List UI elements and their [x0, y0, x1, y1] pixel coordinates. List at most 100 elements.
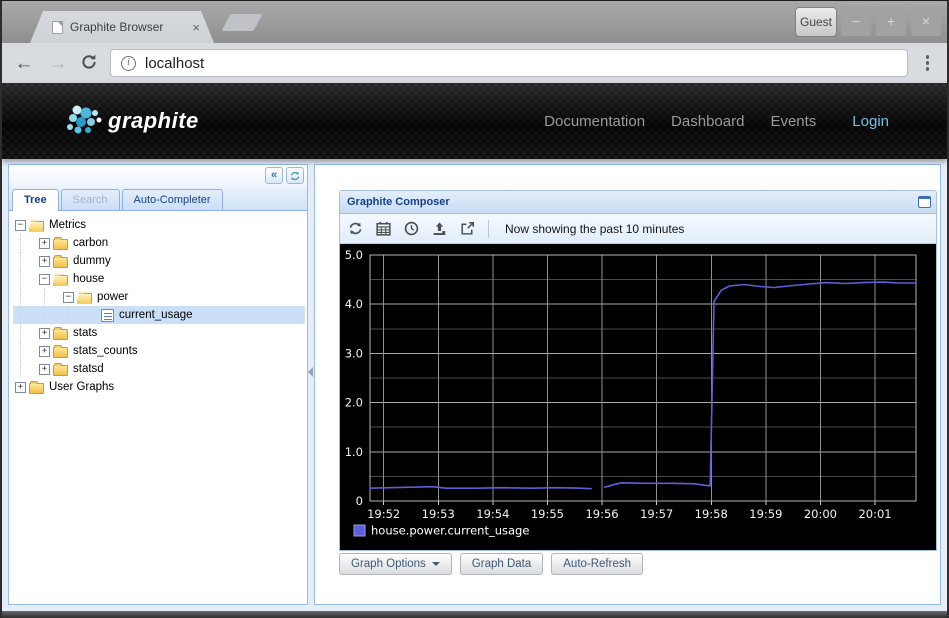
tree-indent-guide: [44, 306, 60, 324]
collapse-sidebar-button[interactable]: «: [265, 167, 283, 184]
tree-node-carbon[interactable]: + carbon: [13, 234, 305, 252]
folder-icon: [29, 383, 44, 394]
tree-node-label: current_usage: [117, 309, 195, 321]
tree-node-stats-counts[interactable]: + stats_counts: [13, 342, 305, 360]
upload-icon[interactable]: [431, 220, 448, 237]
tree-indent-guide: [20, 342, 36, 360]
tab-search: Search: [61, 189, 120, 210]
x-axis-tick-label: 19:58: [695, 507, 728, 521]
x-axis-tick-label: 19:59: [749, 507, 782, 521]
tree-node-current-usage[interactable]: current_usage: [13, 306, 305, 324]
tree-expander-plus-icon[interactable]: +: [39, 364, 50, 375]
tab-tree[interactable]: Tree: [12, 189, 59, 211]
maximize-button[interactable]: +: [876, 6, 906, 36]
content-area: « Tree Search Auto-Completer − Metrics + ca…: [2, 159, 947, 611]
tree-expander-minus-icon[interactable]: −: [63, 292, 74, 303]
tree-expander-minus-icon[interactable]: −: [39, 274, 50, 285]
browser-titlebar: Graphite Browser × Guest − + ×: [2, 1, 947, 43]
main-panel: Graphite Composer Now showing the past 1…: [314, 164, 941, 605]
tree-node-label: power: [95, 291, 130, 303]
button-label: Auto-Refresh: [563, 558, 631, 570]
browser-window: Graphite Browser × Guest − + × ← → i loc…: [0, 0, 949, 618]
site-nav: Documentation Dashboard Events Login: [544, 113, 889, 130]
tree-indent-guide: [68, 306, 84, 324]
nav-link-events[interactable]: Events: [770, 113, 816, 130]
nav-link-dashboard[interactable]: Dashboard: [671, 113, 744, 130]
close-button[interactable]: ×: [911, 6, 941, 36]
x-axis-tick-label: 19:56: [585, 507, 618, 521]
tree-node-label: stats_counts: [71, 345, 140, 357]
tree-expander-plus-icon[interactable]: +: [39, 328, 50, 339]
y-axis-tick-label: 3.0: [345, 346, 363, 360]
tree-node-label: house: [71, 273, 106, 285]
tab-close-icon[interactable]: ×: [192, 21, 200, 34]
folder-icon: [53, 239, 68, 250]
button-label: Graph Data: [472, 558, 531, 570]
tree-node-power[interactable]: − power: [13, 288, 305, 306]
graph-options-button[interactable]: Graph Options: [339, 553, 452, 575]
refresh-icon[interactable]: [347, 220, 364, 237]
tree-expander-plus-icon[interactable]: +: [39, 238, 50, 249]
reload-button[interactable]: [80, 53, 100, 73]
button-label: Graph Options: [351, 558, 426, 570]
tree-node-label: Metrics: [47, 219, 88, 231]
graphite-logo: graphite: [64, 101, 199, 141]
calendar-icon[interactable]: [375, 220, 392, 237]
tree-node-label: carbon: [71, 237, 110, 249]
splitter-collapse-icon[interactable]: [308, 367, 313, 377]
graph-data-button[interactable]: Graph Data: [460, 553, 543, 575]
composer-maximize-icon[interactable]: [918, 196, 931, 208]
x-axis-tick-label: 19:55: [531, 507, 564, 521]
browser-menu-icon[interactable]: [918, 51, 938, 75]
tree-indent-guide: [20, 306, 36, 324]
tab-auto-completer[interactable]: Auto-Completer: [122, 189, 223, 210]
folder-open-icon: [77, 293, 92, 304]
site-info-icon[interactable]: i: [121, 56, 136, 71]
tree-node-dummy[interactable]: + dummy: [13, 252, 305, 270]
refresh-tree-button[interactable]: [286, 167, 304, 184]
time-range-status: Now showing the past 10 minutes: [505, 222, 684, 236]
clock-icon[interactable]: [403, 220, 420, 237]
tree-indent-guide: [20, 360, 36, 378]
tree-node-metrics[interactable]: − Metrics: [13, 216, 305, 234]
tree-indent-guide: [20, 324, 36, 342]
url-bar[interactable]: i localhost: [110, 49, 908, 77]
tree-expander-plus-icon[interactable]: +: [39, 256, 50, 267]
tree-indent-guide: [44, 288, 60, 306]
tree-node-label: dummy: [71, 255, 113, 267]
tree-expander-minus-icon[interactable]: −: [15, 220, 26, 231]
tree-expander-plus-icon[interactable]: +: [15, 382, 26, 393]
legend-swatch: [354, 525, 365, 536]
tree-node-label: stats: [71, 327, 99, 339]
tree-node-statsd[interactable]: +statsd: [13, 360, 305, 378]
graph-image: 01.02.03.04.05.019:5219:5319:5419:5519:5…: [340, 244, 936, 550]
composer-titlebar[interactable]: Graphite Composer: [340, 191, 936, 214]
nav-link-documentation[interactable]: Documentation: [544, 113, 645, 130]
tree-indent-guide: [20, 252, 36, 270]
folder-icon: [53, 329, 68, 340]
auto-refresh-button[interactable]: Auto-Refresh: [551, 553, 643, 575]
minimize-button[interactable]: −: [841, 6, 871, 36]
tree-node-user-graphs[interactable]: +User Graphs: [13, 378, 305, 396]
window-bottom-frame: [2, 611, 947, 618]
nav-link-login[interactable]: Login: [852, 113, 889, 130]
export-icon[interactable]: [459, 220, 476, 237]
x-axis-tick-label: 20:00: [804, 507, 837, 521]
tree-node-house[interactable]: − house: [13, 270, 305, 288]
metrics-tree: − Metrics + carbon + dummy − house − power current…: [9, 211, 307, 604]
x-axis-tick-label: 19:54: [476, 507, 509, 521]
tree-expander-plus-icon[interactable]: +: [39, 346, 50, 357]
metrics-sidebar: « Tree Search Auto-Completer − Metrics + ca…: [8, 164, 308, 605]
tree-node-stats[interactable]: + stats: [13, 324, 305, 342]
guest-profile-button[interactable]: Guest: [795, 7, 837, 37]
browser-tab[interactable]: Graphite Browser ×: [30, 11, 214, 43]
tab-title: Graphite Browser: [70, 20, 185, 34]
site-header: graphite Documentation Dashboard Events Log…: [2, 83, 947, 159]
series-line: [605, 282, 916, 487]
dropdown-caret-icon: [432, 562, 440, 566]
back-button[interactable]: ←: [12, 54, 36, 73]
new-tab-button[interactable]: [221, 14, 262, 31]
sidebar-toolbar: «: [9, 165, 307, 186]
folder-icon: [53, 347, 68, 358]
series-line: [370, 487, 591, 489]
